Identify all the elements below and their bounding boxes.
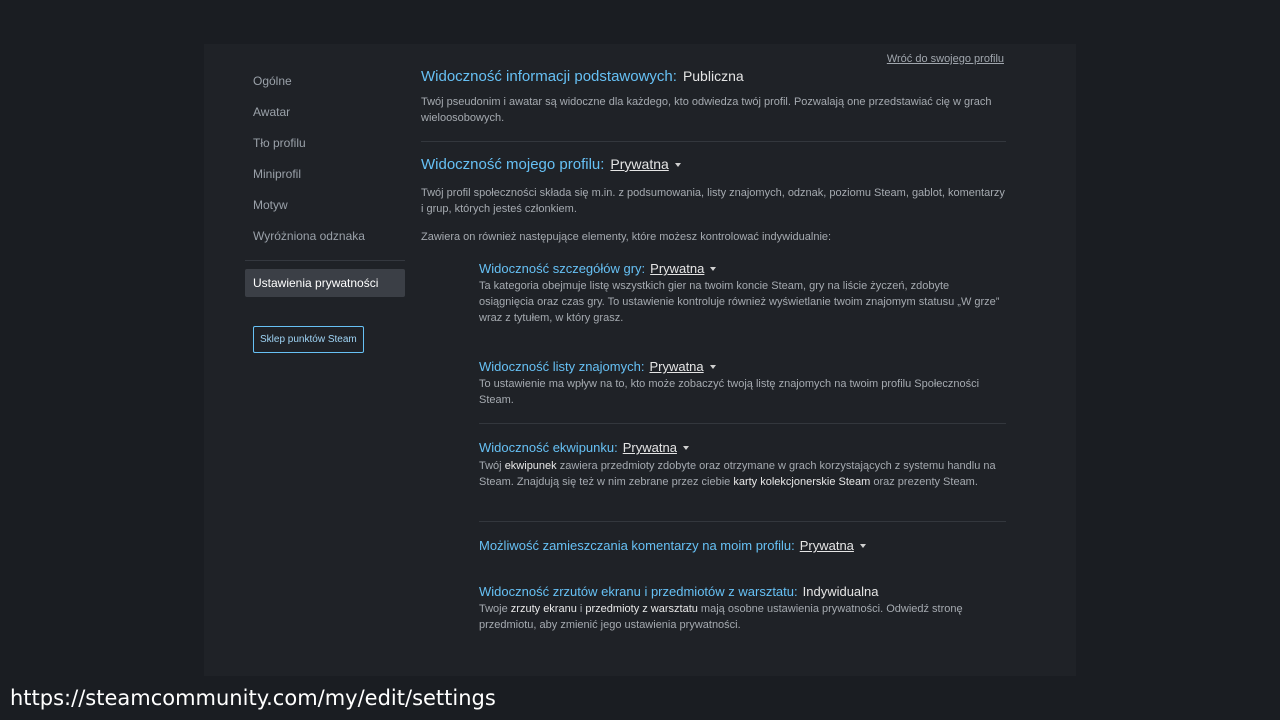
friends-list-dropdown[interactable]: Prywatna	[649, 359, 703, 374]
profile-visibility-note: Zawiera on również następujące elementy,…	[421, 231, 832, 243]
chevron-down-icon[interactable]	[674, 162, 681, 167]
workshop-items-link[interactable]: przedmioty z warsztatu	[585, 603, 697, 615]
sidebar-item-featured-badge[interactable]: Wyróżniona odznaka	[245, 221, 405, 252]
sidebar: Ogólne Awatar Tło profilu Miniprofil Mot…	[245, 66, 405, 353]
subsection-divider	[479, 423, 1006, 424]
inventory-dropdown[interactable]: Prywatna	[623, 440, 677, 455]
screenshots-desc-a: Twoje	[479, 603, 511, 615]
sidebar-item-privacy-settings[interactable]: Ustawienia prywatności	[245, 269, 405, 297]
screenshots-title: Widoczność zrzutów ekranu i przedmiotów …	[479, 584, 798, 599]
sidebar-item-background[interactable]: Tło profilu	[245, 128, 405, 159]
game-details-description: Ta kategoria obejmuje listę wszystkich g…	[479, 280, 1000, 324]
comments-row: Możliwość zamieszczania komentarzy na mo…	[479, 537, 866, 555]
url-caption: https://steamcommunity.com/my/edit/setti…	[10, 686, 496, 710]
chevron-down-icon[interactable]	[709, 364, 716, 369]
trading-cards-link[interactable]: karty kolekcjonerskie Steam	[733, 476, 870, 488]
sidebar-item-theme[interactable]: Motyw	[245, 190, 405, 221]
settings-panel: Wróć do swojego profilu Ogólne Awatar Tł…	[204, 44, 1076, 676]
profile-visibility-row: Widoczność mojego profilu: Prywatna	[421, 156, 681, 174]
sidebar-item-avatar[interactable]: Awatar	[245, 97, 405, 128]
comments-dropdown[interactable]: Prywatna	[800, 538, 854, 553]
chevron-down-icon[interactable]	[710, 266, 717, 271]
inventory-description: Twój ekwipunek zawiera przedmioty zdobyt…	[479, 458, 1001, 490]
profile-visibility-dropdown[interactable]: Prywatna	[610, 156, 668, 172]
friends-list-title: Widoczność listy znajomych:	[479, 359, 645, 374]
profile-visibility-title: Widoczność mojego profilu:	[421, 156, 605, 173]
inventory-desc-e: oraz prezenty Steam.	[870, 476, 978, 488]
inventory-title: Widoczność ekwipunku:	[479, 440, 618, 455]
chevron-down-icon[interactable]	[682, 445, 689, 450]
basic-info-value: Publiczna	[682, 68, 744, 84]
profile-visibility-description: Twój profil społeczności składa się m.in…	[421, 187, 1005, 215]
sidebar-item-general[interactable]: Ogólne	[245, 66, 405, 97]
game-details-dropdown[interactable]: Prywatna	[650, 261, 704, 276]
sidebar-divider	[245, 260, 405, 261]
inventory-row: Widoczność ekwipunku: Prywatna	[479, 439, 689, 457]
comments-title: Możliwość zamieszczania komentarzy na mo…	[479, 538, 795, 553]
screenshots-link[interactable]: zrzuty ekranu	[511, 603, 577, 615]
screenshots-row: Widoczność zrzutów ekranu i przedmiotów …	[479, 583, 879, 601]
inventory-desc-a: Twój	[479, 460, 505, 472]
inventory-link[interactable]: ekwipunek	[505, 460, 557, 472]
back-to-profile-link[interactable]: Wróć do swojego profilu	[887, 53, 1004, 65]
friends-list-row: Widoczność listy znajomych: Prywatna	[479, 358, 716, 376]
sidebar-item-miniprofile[interactable]: Miniprofil	[245, 159, 405, 190]
game-details-row: Widoczność szczegółów gry: Prywatna	[479, 260, 717, 278]
basic-info-description: Twój pseudonim i awatar są widoczne dla …	[421, 96, 992, 124]
subsection-divider	[479, 521, 1006, 522]
screenshots-value: Indywidualna	[802, 584, 879, 599]
section-divider	[421, 141, 1006, 142]
friends-list-description: To ustawienie ma wpływ na to, kto może z…	[479, 378, 980, 406]
basic-info-row: Widoczność informacji podstawowych: Publi…	[421, 68, 744, 86]
chevron-down-icon[interactable]	[859, 543, 866, 548]
game-details-title: Widoczność szczegółów gry:	[479, 261, 646, 276]
screenshots-description: Twoje zrzuty ekranu i przedmioty z warsz…	[479, 601, 1001, 633]
points-shop-button[interactable]: Sklep punktów Steam	[253, 326, 364, 353]
basic-info-title: Widoczność informacji podstawowych:	[421, 68, 677, 85]
